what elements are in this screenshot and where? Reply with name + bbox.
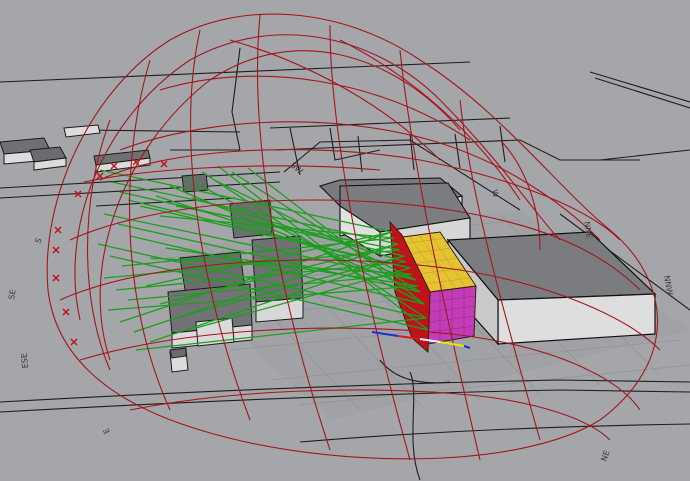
compass-label-sw: SW (289, 161, 305, 176)
compass-label-se: SE (7, 289, 18, 301)
sun-point-marker (96, 172, 104, 180)
sun-point-marker (62, 308, 70, 316)
compass-label-w: W (490, 189, 500, 198)
compass-label-s: S (33, 237, 43, 245)
compass-label-e: E (101, 427, 111, 436)
sun-point-marker (160, 160, 168, 168)
compass-label-nnw: NNW (662, 275, 674, 296)
rhino-3d-viewport[interactable]: S SE ESE E NE NNW NNE W SW (0, 0, 690, 481)
sun-point-marker (52, 246, 60, 254)
sun-position-markers (52, 158, 168, 346)
scene-canvas[interactable]: S SE ESE E NE NNW NNE W SW (0, 0, 690, 481)
sun-point-marker (52, 274, 60, 282)
sun-point-marker (70, 338, 78, 346)
sun-point-marker (54, 226, 62, 234)
compass-label-ese: ESE (20, 353, 30, 369)
outbuildings (0, 124, 189, 373)
compass-label-ne: NE (599, 449, 611, 462)
